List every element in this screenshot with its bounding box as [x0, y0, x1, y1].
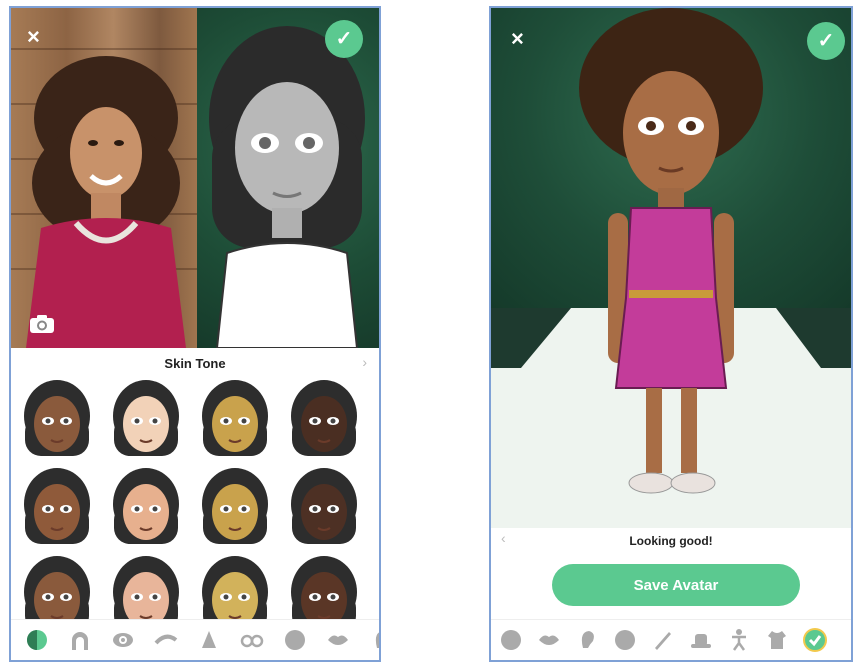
skin-tone-option[interactable]: [106, 378, 186, 460]
glasses-icon[interactable]: [240, 628, 264, 652]
nose-icon[interactable]: [197, 628, 221, 652]
confirm-button[interactable]: ✓: [325, 20, 363, 58]
save-avatar-button[interactable]: Save Avatar: [552, 564, 800, 606]
face-shape-icon[interactable]: [613, 628, 637, 652]
lips-icon[interactable]: [537, 628, 561, 652]
ear-icon[interactable]: [369, 628, 381, 652]
lips-icon[interactable]: [326, 628, 350, 652]
eye-icon[interactable]: [111, 628, 135, 652]
face-icon[interactable]: [499, 628, 523, 652]
ear-icon[interactable]: [575, 628, 599, 652]
skin-tone-screen: × ✓ Skin Tone ›: [9, 6, 381, 662]
close-button[interactable]: ×: [511, 28, 524, 50]
skin-tone-option[interactable]: [284, 466, 364, 548]
face-shape-icon[interactable]: [283, 628, 307, 652]
skin-tone-option[interactable]: [195, 466, 275, 548]
close-button[interactable]: ×: [27, 26, 40, 48]
hair-icon[interactable]: [68, 628, 92, 652]
full-body-avatar: [491, 8, 851, 494]
selfie-photo: [11, 8, 197, 348]
confirm-button[interactable]: ✓: [807, 22, 845, 60]
skin-tone-sheet: Skin Tone ›: [11, 348, 379, 660]
skin-tone-option[interactable]: [106, 466, 186, 548]
avatar-result-screen: × ✓ ‹ Looking good! Save Avatar: [489, 6, 853, 662]
avatar-preview: [197, 8, 379, 348]
skin-tone-icon[interactable]: [25, 628, 49, 652]
skin-tone-option[interactable]: [195, 378, 275, 460]
eyebrow-icon[interactable]: [154, 628, 178, 652]
hat-icon[interactable]: [689, 628, 713, 652]
category-bar: [491, 619, 851, 660]
skin-tone-option[interactable]: [17, 466, 97, 548]
skin-tone-option[interactable]: [284, 378, 364, 460]
body-icon[interactable]: [727, 628, 751, 652]
skin-tone-option[interactable]: [17, 378, 97, 460]
category-bar: [11, 619, 379, 660]
done-check-icon[interactable]: [803, 628, 827, 652]
next-arrow-icon[interactable]: ›: [362, 354, 367, 370]
pencil-icon[interactable]: [651, 628, 675, 652]
sheet-title: Skin Tone: [164, 356, 226, 371]
outfit-icon[interactable]: [765, 628, 789, 652]
status-message: Looking good!: [629, 534, 713, 548]
avatar-stage: [491, 8, 851, 528]
camera-icon[interactable]: [29, 314, 55, 334]
